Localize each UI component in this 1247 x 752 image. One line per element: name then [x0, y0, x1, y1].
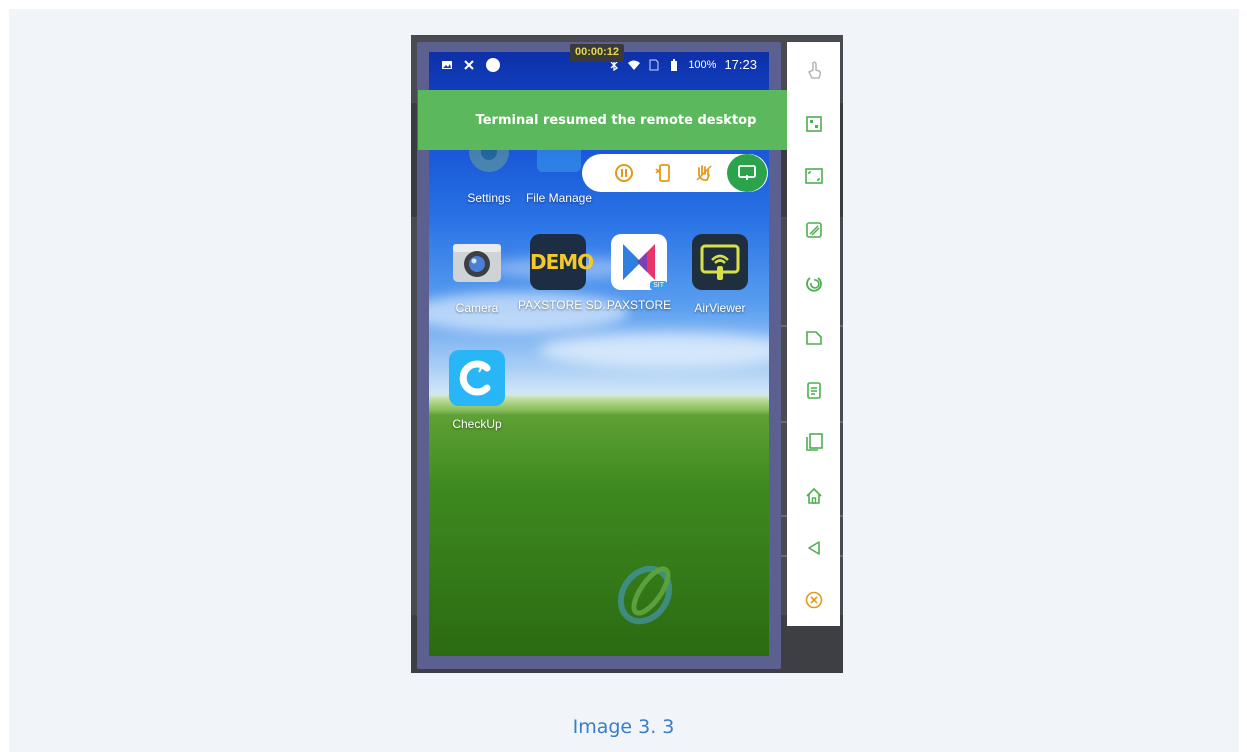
paxstore-icon: SIT	[611, 234, 667, 290]
image-icon	[442, 61, 452, 69]
copy-icon[interactable]	[804, 432, 824, 452]
wifi-icon	[628, 60, 641, 70]
app-camera[interactable]: Camera	[437, 234, 517, 315]
app-label: Settings	[467, 191, 511, 205]
screen-share-icon	[738, 165, 756, 180]
app-label: PAXSTORE SD..	[518, 298, 609, 312]
app-paxstore-sdk[interactable]: DEMO PAXSTORE SD..	[518, 234, 609, 312]
floating-toolbar	[582, 154, 768, 192]
screen-share-button[interactable]	[727, 154, 767, 192]
hand-stop-icon[interactable]	[694, 163, 714, 183]
airviewer-icon	[692, 234, 748, 290]
battery-percent: 100%	[688, 58, 717, 71]
circle-icon	[486, 58, 500, 72]
file-icon[interactable]	[804, 328, 824, 348]
toast-notification: Terminal resumed the remote desktop	[418, 90, 814, 150]
battery-icon	[671, 58, 678, 71]
checkup-icon	[449, 350, 505, 406]
app-checkup[interactable]: CheckUp	[437, 350, 517, 431]
demo-icon: DEMO	[530, 234, 594, 290]
app-label: File Manage	[525, 191, 593, 205]
app-label: Camera	[455, 301, 499, 315]
toast-message: Terminal resumed the remote desktop	[475, 112, 757, 128]
session-timer: 00:00:12	[570, 44, 624, 62]
pause-icon[interactable]	[614, 163, 634, 183]
app-paxstore[interactable]: SIT PAXSTORE	[599, 234, 679, 312]
figure-caption: Image 3. 3	[572, 716, 675, 738]
record-icon[interactable]	[804, 274, 824, 294]
back-icon[interactable]	[804, 538, 824, 558]
edit-icon[interactable]	[804, 220, 824, 240]
close-x-icon	[464, 60, 474, 70]
app-label: PAXSTORE	[606, 298, 672, 312]
no-sim-icon	[649, 59, 659, 70]
side-toolbar	[787, 42, 840, 626]
app-airviewer[interactable]: AirViewer	[680, 234, 760, 315]
app-label: AirViewer	[694, 301, 746, 315]
watermark-logo	[617, 565, 673, 625]
close-circle-icon[interactable]	[804, 590, 824, 610]
home-icon[interactable]	[804, 486, 824, 506]
qr-code-icon[interactable]	[804, 114, 824, 134]
fullscreen-icon[interactable]	[804, 166, 824, 186]
phone-switch-icon[interactable]	[654, 163, 674, 183]
clipboard-icon[interactable]	[804, 380, 824, 400]
touch-icon[interactable]	[804, 60, 824, 80]
sit-badge: SIT	[650, 281, 667, 290]
app-label: CheckUp	[452, 417, 502, 431]
camera-icon	[453, 244, 501, 282]
clock: 17:23	[724, 57, 757, 72]
